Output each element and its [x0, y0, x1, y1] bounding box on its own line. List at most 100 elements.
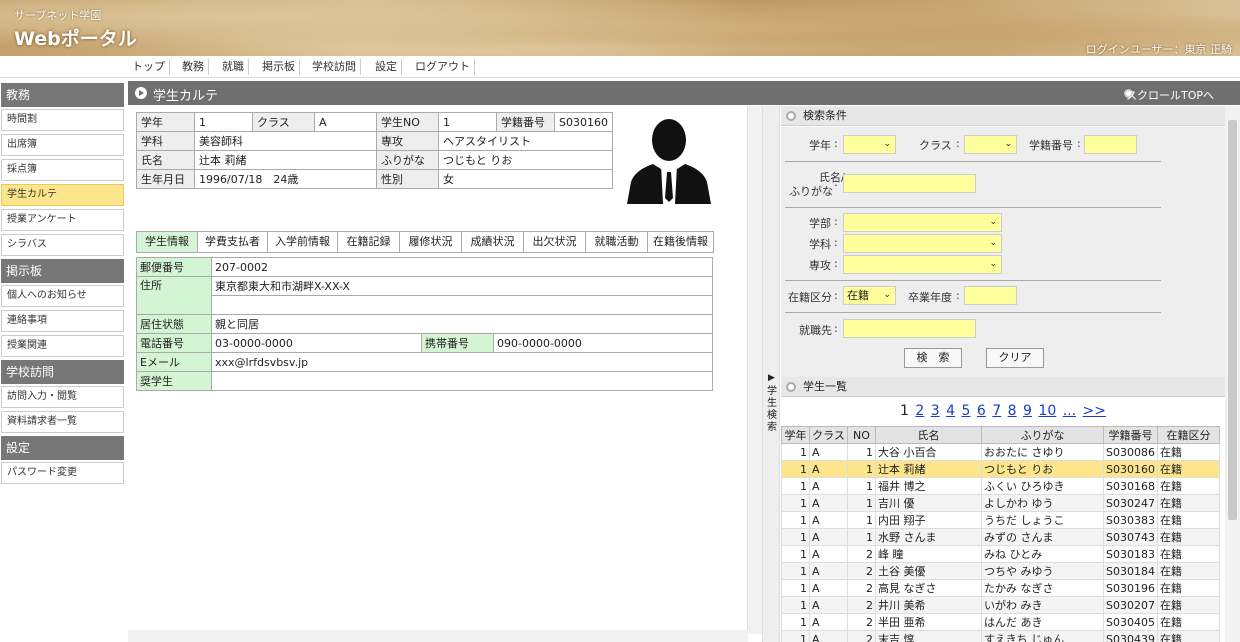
cell-kana: たかみ なぎさ — [981, 579, 1104, 597]
scroll-top-link[interactable]: スクロールTOPへ — [1126, 87, 1214, 103]
page-link[interactable]: 8 — [1008, 403, 1017, 419]
cell-grade: 1 — [781, 443, 810, 461]
sidebar-item-request-list[interactable]: 資料請求者一覧 — [1, 411, 124, 433]
table-row[interactable]: 1 A 2 半田 亜希 はんだ あき S030405 在籍 — [781, 613, 1220, 631]
nav-logout[interactable]: ログアウト — [411, 59, 475, 75]
cell-class: A — [809, 613, 848, 631]
page-more[interactable]: ... — [1063, 403, 1076, 419]
nav-kyomu[interactable]: 教務 — [178, 59, 209, 75]
page-link[interactable]: 9 — [1023, 403, 1032, 419]
sidebar-item-class-related[interactable]: 授業関連 — [1, 335, 124, 357]
left-pane-horizontal-scrollbar[interactable] — [128, 630, 748, 642]
tab-tuition-payer[interactable]: 学費支払者 — [198, 231, 268, 253]
right-pane-vertical-scrollbar[interactable] — [1225, 106, 1240, 642]
employer-filter-input[interactable] — [843, 319, 976, 338]
table-row[interactable]: 1 A 1 福井 博之 ふくい ひろゆき S030168 在籍 — [781, 477, 1220, 495]
dept-filter-select[interactable]: ⌄ — [843, 234, 1002, 253]
birth-value: 1996/07/18 24歳 — [194, 169, 377, 189]
class-filter-select[interactable]: ⌄ — [964, 135, 1017, 154]
living-value: 親と同居 — [211, 314, 713, 334]
nav-shushoku[interactable]: 就職 — [218, 59, 249, 75]
sidebar-item-timetable[interactable]: 時間割 — [1, 109, 124, 131]
sidebar-item-password[interactable]: パスワード変更 — [1, 462, 124, 484]
student-list-table: 学年 クラス NO 氏名 ふりがな 学籍番号 在籍区分 1 A 1 大谷 小百合 おおた… — [781, 426, 1220, 642]
sidebar-item-visit-entry[interactable]: 訪問入力・閲覧 — [1, 386, 124, 408]
name-filter-label-kana: ふりがな — [789, 185, 833, 198]
cell-grade: 1 — [781, 596, 810, 614]
student-search-toggle[interactable]: ▶ 学生検索 — [762, 106, 780, 642]
major-filter-select[interactable]: ⌄ — [843, 255, 1002, 274]
cell-kana: つちや みゆう — [981, 562, 1104, 580]
chevron-down-icon: ⌄ — [1004, 139, 1012, 149]
table-row[interactable]: 1 A 1 大谷 小百合 おおたに さゆり S030086 在籍 — [781, 443, 1220, 461]
cell-status: 在籍 — [1156, 545, 1220, 563]
table-row[interactable]: 1 A 2 土谷 美優 つちや みゆう S030184 在籍 — [781, 562, 1220, 580]
tab-pre-admission[interactable]: 入学前情報 — [268, 231, 338, 253]
cell-no: 2 — [847, 630, 876, 642]
page-link[interactable]: 7 — [992, 403, 1001, 419]
birth-label: 生年月日 — [136, 169, 195, 189]
tab-after-enrollment[interactable]: 在籍後情報 — [648, 231, 714, 253]
table-row[interactable]: 1 A 1 辻本 莉緒 つじもと りお S030160 在籍 — [781, 460, 1220, 478]
table-row[interactable]: 1 A 2 末吉 惇すえきち じゅん S030439 在籍 — [781, 630, 1220, 642]
id-filter-input[interactable] — [1084, 135, 1137, 154]
cell-status: 在籍 — [1156, 630, 1220, 642]
table-row[interactable]: 1 A 2 井川 美希 いがわ みき S030207 在籍 — [781, 596, 1220, 614]
scrollbar-thumb[interactable] — [1228, 120, 1237, 520]
tab-job-hunting[interactable]: 就職活動 — [586, 231, 648, 253]
faculty-filter-label: 学部 — [809, 217, 831, 230]
student-list-title: 学生一覧 — [803, 380, 847, 393]
search-button[interactable]: 検 索 — [904, 348, 962, 368]
tab-student-info[interactable]: 学生情報 — [136, 231, 198, 253]
sidebar-item-student-karte[interactable]: 学生カルテ — [1, 184, 124, 206]
table-row[interactable]: 1A2峰 瞳みね ひとみ S030183 在籍 — [781, 545, 1220, 563]
sidebar-item-attendance[interactable]: 出席簿 — [1, 134, 124, 156]
email-value: xxx@lrfdsvbsv.jp — [211, 352, 713, 372]
page-link[interactable]: 6 — [977, 403, 986, 419]
scholarship-value — [211, 371, 713, 391]
page-link[interactable]: 10 — [1038, 403, 1056, 419]
left-pane-vertical-scrollbar[interactable] — [747, 106, 762, 634]
page-link[interactable]: 5 — [962, 403, 971, 419]
sex-value: 女 — [438, 169, 613, 189]
grade-filter-select[interactable]: ⌄ — [843, 135, 896, 154]
cell-class: A — [809, 579, 848, 597]
student-id-value: S030160 — [554, 112, 613, 132]
sidebar-item-syllabus[interactable]: シラバス — [1, 234, 124, 256]
page-link[interactable]: 4 — [946, 403, 955, 419]
cell-class: A — [809, 511, 848, 529]
page-next[interactable]: >> — [1083, 403, 1106, 419]
page-link[interactable]: 2 — [915, 403, 924, 419]
clear-button[interactable]: クリア — [986, 348, 1044, 368]
sidebar-item-personal-notice[interactable]: 個人へのお知らせ — [1, 285, 124, 307]
nav-keijiban[interactable]: 掲示板 — [258, 59, 300, 75]
brand-subtitle: サーブネット学園 — [14, 9, 102, 22]
faculty-filter-select[interactable]: ⌄ — [843, 213, 1002, 232]
page-link[interactable]: 3 — [931, 403, 940, 419]
student-search-toggle-label: 学生検索 — [767, 386, 777, 433]
table-row[interactable]: 1 A 1 内田 翔子 うちだ しょうこ S030383 在籍 — [781, 511, 1220, 529]
sidebar-item-survey[interactable]: 授業アンケート — [1, 209, 124, 231]
name-filter-input[interactable] — [843, 174, 976, 193]
status-filter-select[interactable]: 在籍 ⌄ — [843, 286, 896, 305]
nav-gakkohomon[interactable]: 学校訪問 — [308, 59, 361, 75]
dept-value: 美容師科 — [194, 131, 377, 151]
email-label: Eメール — [136, 352, 212, 372]
sidebar-item-grading[interactable]: 採点簿 — [1, 159, 124, 181]
cell-grade: 1 — [781, 562, 810, 580]
tab-enrollment-record[interactable]: 在籍記録 — [338, 231, 400, 253]
tab-course-status[interactable]: 履修状況 — [400, 231, 462, 253]
cell-grade: 1 — [781, 511, 810, 529]
table-row[interactable]: 1 A 1 水野 さんま みずの さんま S030743 在籍 — [781, 528, 1220, 546]
table-row[interactable]: 1 A 1 吉川 優よしかわ ゆう S030247 在籍 — [781, 494, 1220, 512]
grad-year-input[interactable] — [964, 286, 1017, 305]
table-row[interactable]: 1 A 2 高見 なぎさ たかみ なぎさ S030196 在籍 — [781, 579, 1220, 597]
tab-grades[interactable]: 成績状況 — [462, 231, 524, 253]
cell-student-id: S030383 — [1103, 511, 1158, 529]
cell-class: A — [809, 477, 848, 495]
nav-top[interactable]: トップ — [128, 59, 170, 75]
nav-settei[interactable]: 設定 — [371, 59, 402, 75]
tab-attendance[interactable]: 出欠状況 — [524, 231, 586, 253]
class-value: A — [314, 112, 377, 132]
sidebar-item-contact[interactable]: 連絡事項 — [1, 310, 124, 332]
